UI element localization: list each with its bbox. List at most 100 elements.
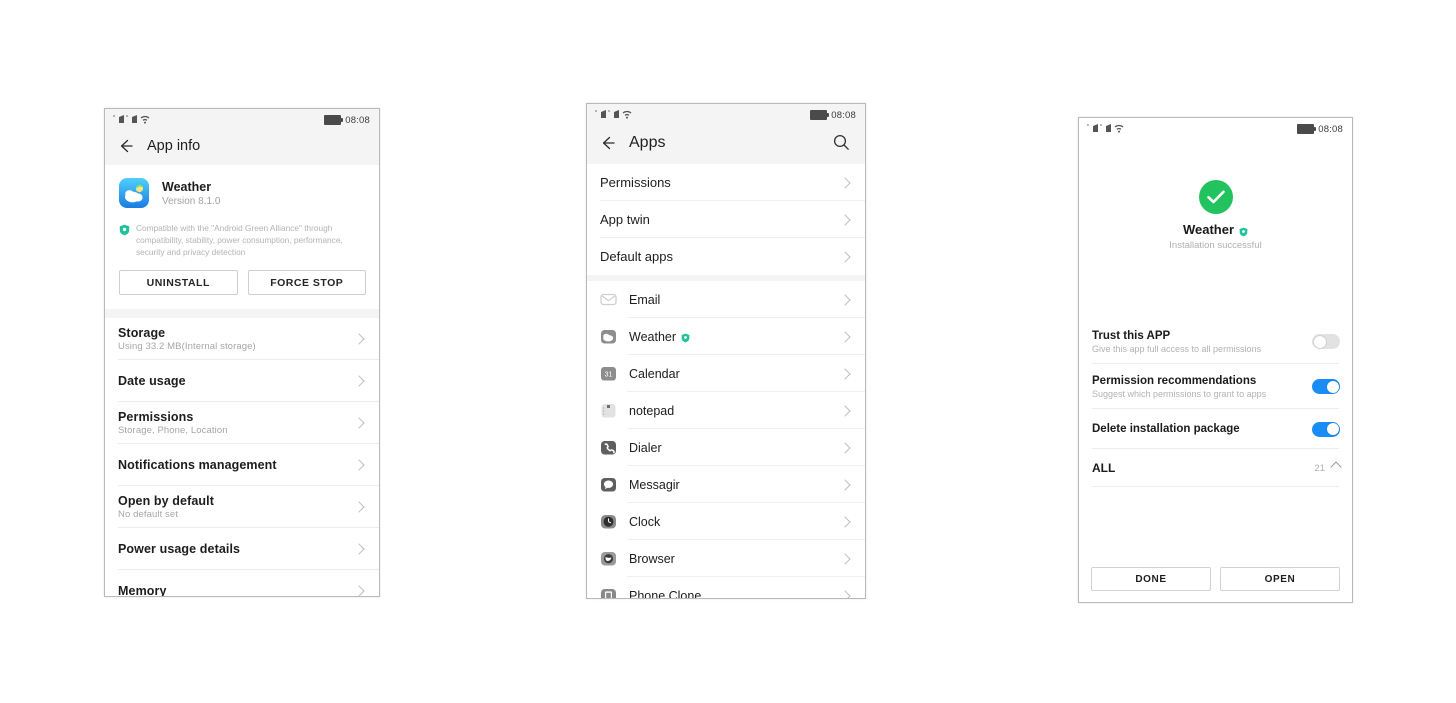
row-label: Calendar [629, 366, 680, 381]
phone-screen-app-info: “ “ 08:08 App info Weather Version 8.1.0… [104, 108, 380, 597]
list-item-email[interactable]: Email [587, 281, 865, 318]
green-alliance-note: Compatible with the "Android Green Allia… [105, 218, 379, 269]
chevron-right-icon [839, 213, 851, 226]
app-meta: Weather Version 8.1.0 [162, 180, 220, 207]
svg-text:“: “ [113, 115, 116, 122]
chevron-right-icon [839, 293, 851, 306]
app-version: Version 8.1.0 [162, 195, 221, 207]
list-item-open-by-default[interactable]: Open by default No default set [105, 486, 379, 529]
svg-text:31: 31 [605, 372, 613, 379]
chevron-right-icon [839, 515, 851, 528]
row-label: Permissions [600, 175, 671, 190]
section-divider [105, 309, 379, 319]
battery-full-icon [1297, 124, 1317, 134]
chevron-up-icon[interactable] [1330, 461, 1342, 473]
status-bar-clock: 08:08 [831, 109, 856, 121]
status-bar-clock: 08:08 [345, 114, 370, 126]
list-item-memory[interactable]: Memory [105, 570, 379, 596]
chevron-right-icon [839, 367, 851, 380]
option-text: Permission recommendations Suggest which… [1092, 375, 1312, 399]
row-label-text: Weather [629, 329, 677, 344]
toggle-knob [1326, 423, 1339, 435]
action-button-row: UNINSTALL FORCE STOP [105, 268, 379, 310]
row-subtitle: Storage, Phone, Location [118, 425, 228, 437]
install-success-block: Weather Installation successful [1079, 140, 1352, 251]
force-stop-button[interactable]: FORCE STOP [247, 270, 366, 296]
svg-text:“: “ [126, 115, 129, 122]
list-item-notifications-management[interactable]: Notifications management [105, 444, 379, 487]
search-icon[interactable] [832, 133, 851, 152]
list-item-date-usage[interactable]: Date usage [105, 360, 379, 403]
list-item-messagir[interactable]: Messagir [587, 466, 865, 503]
done-button[interactable]: DONE [1091, 567, 1211, 591]
option-text: ALL [1092, 461, 1314, 475]
status-bar-right: 08:08 [324, 115, 370, 126]
status-bar-right: 08:08 [1297, 124, 1343, 135]
chevron-right-icon [353, 459, 365, 471]
calendar-icon: 31 [600, 365, 617, 382]
all-count: 21 [1314, 462, 1325, 474]
success-app-name: Weather [1182, 222, 1235, 237]
option-subtitle: Give this app full access to all permiss… [1092, 343, 1262, 354]
dual-signal-wifi-icon: “ “ [595, 109, 641, 122]
row-title: Open by default [118, 494, 214, 509]
toggle-permission-recommendations[interactable] [1312, 379, 1340, 394]
list-item-browser[interactable]: Browser [587, 540, 865, 577]
open-button[interactable]: OPEN [1220, 567, 1340, 591]
row-text: Memory [118, 584, 355, 596]
toggle-delete-installation-package[interactable] [1312, 421, 1340, 437]
option-title: Trust this APP [1092, 329, 1171, 342]
page-title: App info [147, 138, 201, 154]
uninstall-button[interactable]: UNINSTALL [119, 270, 238, 296]
list-item-power-usage-details[interactable]: Power usage details [105, 528, 379, 571]
app-header: Weather Version 8.1.0 [105, 165, 379, 218]
list-item-clock[interactable]: Clock [587, 503, 865, 540]
all-permissions-row[interactable]: ALL 21 [1079, 449, 1352, 487]
chevron-right-icon [353, 585, 365, 596]
toggle-knob [1326, 380, 1339, 393]
back-arrow-icon[interactable] [599, 134, 617, 152]
row-label: Email [629, 292, 661, 307]
svg-text:“: “ [595, 110, 598, 117]
status-bar-left: “ “ [1087, 123, 1133, 136]
toggle-knob [1313, 335, 1326, 348]
bottom-spacer [1079, 487, 1352, 567]
chevron-right-icon [839, 589, 851, 598]
list-item-permissions[interactable]: Permissions Storage, Phone, Location [105, 402, 379, 445]
row-label: Browser [629, 551, 675, 566]
list-item-phone-clone[interactable]: Phone Clone [587, 577, 865, 598]
svg-text:“: “ [608, 110, 611, 117]
row-label: Phone Clone [629, 588, 702, 599]
row-label: Weather [629, 330, 841, 344]
list-item-permissions[interactable]: Permissions [587, 164, 865, 201]
list-item-notepad[interactable]: notepad [587, 392, 865, 429]
app-bar: App info [105, 131, 379, 165]
option-permission-recommendations[interactable]: Permission recommendations Suggest which… [1079, 364, 1352, 409]
toggle-trust-this-app[interactable] [1312, 334, 1340, 349]
option-delete-installation-package[interactable]: Delete installation package [1079, 409, 1352, 449]
row-title: Date usage [118, 374, 186, 389]
list-item-default-apps[interactable]: Default apps [587, 238, 865, 275]
list-item-calendar[interactable]: 31 Calendar [587, 355, 865, 392]
back-arrow-icon[interactable] [117, 137, 135, 155]
row-title: Memory [118, 584, 167, 596]
all-label: ALL [1092, 461, 1116, 475]
row-label: App twin [600, 212, 650, 227]
apps-list[interactable]: Permissions App twin Default apps Email [587, 164, 865, 598]
status-bar-left: “ “ [595, 109, 641, 122]
list-item-weather[interactable]: Weather [587, 318, 865, 355]
bottom-button-bar: DONE OPEN [1079, 567, 1352, 602]
status-bar-right: 08:08 [810, 110, 856, 121]
list-item-storage[interactable]: Storage Using 33.2 MB(Internal storage) [105, 318, 379, 361]
dual-signal-wifi-icon: “ “ [1087, 123, 1133, 136]
list-item-dialer[interactable]: Dialer [587, 429, 865, 466]
settings-list[interactable]: Storage Using 33.2 MB(Internal storage) … [105, 318, 379, 596]
clock-icon [600, 513, 617, 530]
option-trust-this-app[interactable]: Trust this APP Give this app full access… [1079, 319, 1352, 364]
row-text: Date usage [118, 374, 355, 388]
row-title: Power usage details [118, 542, 241, 557]
list-item-app-twin[interactable]: App twin [587, 201, 865, 238]
chevron-right-icon [839, 176, 851, 189]
status-bar-clock: 08:08 [1318, 123, 1343, 135]
app-name: Weather [162, 179, 212, 194]
